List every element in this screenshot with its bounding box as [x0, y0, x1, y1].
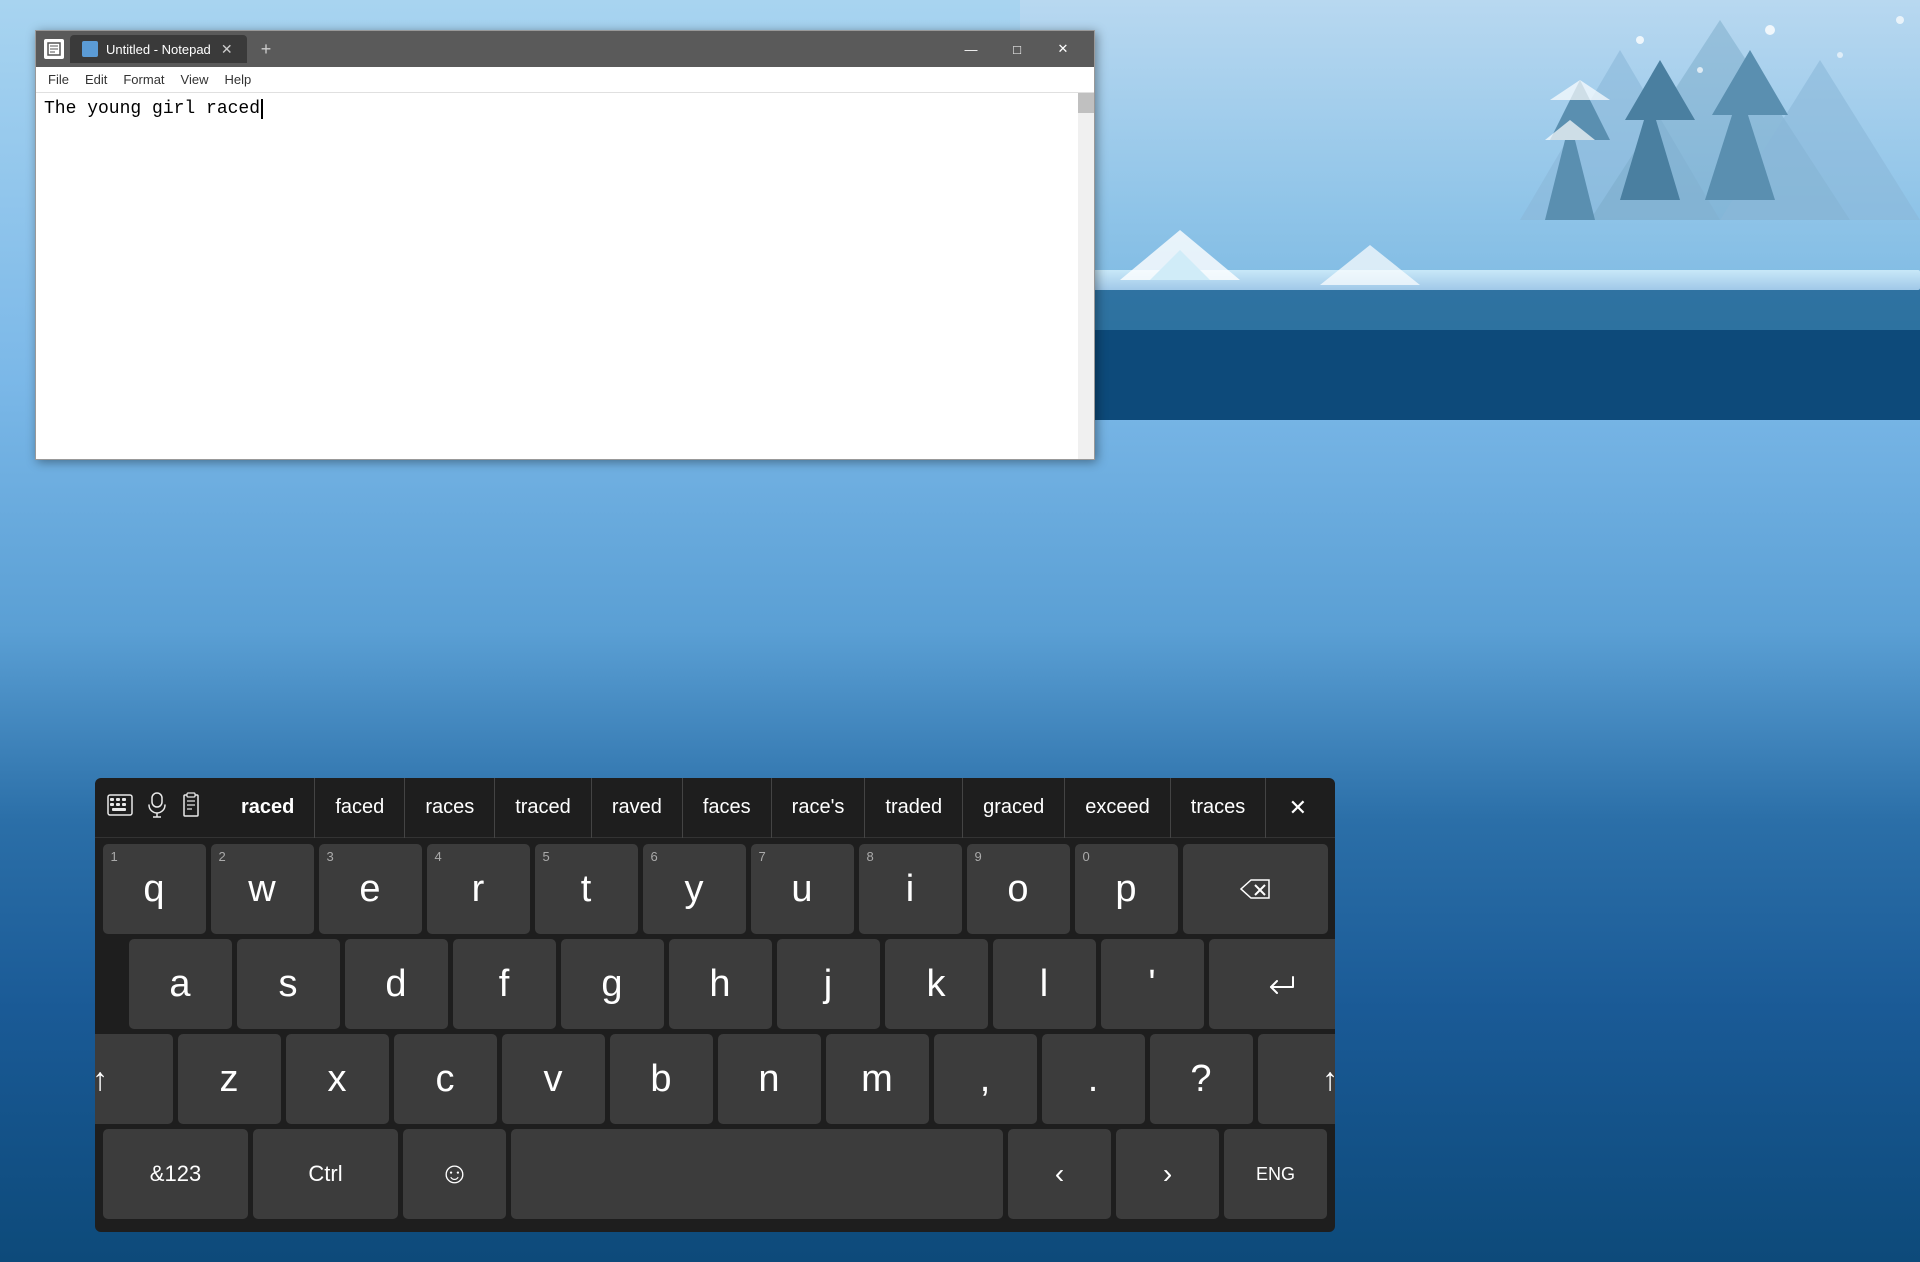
key-c[interactable]: c: [394, 1034, 497, 1124]
suggestion-raved[interactable]: raved: [592, 778, 683, 838]
key-b[interactable]: b: [610, 1034, 713, 1124]
tab-title: Untitled - Notepad: [106, 42, 211, 57]
key-q[interactable]: 1q: [103, 844, 206, 934]
key-d[interactable]: d: [345, 939, 448, 1029]
microphone-icon[interactable]: [147, 792, 167, 823]
menu-format[interactable]: Format: [115, 67, 172, 92]
close-button[interactable]: ✕: [1040, 34, 1086, 64]
key-left-arrow[interactable]: ‹: [1008, 1129, 1111, 1219]
key-comma[interactable]: ,: [934, 1034, 1037, 1124]
suggestion-graced[interactable]: graced: [963, 778, 1065, 838]
touch-keyboard: raced faced races traced raved faces rac…: [95, 778, 1335, 1232]
editor-area[interactable]: The young girl raced: [36, 93, 1094, 459]
autocomplete-toolbar: raced faced races traced raved faces rac…: [95, 778, 1335, 838]
key-p[interactable]: 0p: [1075, 844, 1178, 934]
active-tab[interactable]: Untitled - Notepad ✕: [70, 35, 247, 63]
key-question[interactable]: ?: [1150, 1034, 1253, 1124]
key-w[interactable]: 2w: [211, 844, 314, 934]
key-s[interactable]: s: [237, 939, 340, 1029]
key-z[interactable]: z: [178, 1034, 281, 1124]
key-h[interactable]: h: [669, 939, 772, 1029]
new-tab-button[interactable]: +: [253, 39, 280, 60]
tab-close-button[interactable]: ✕: [219, 41, 235, 57]
menubar: File Edit Format View Help: [36, 67, 1094, 93]
key-l[interactable]: l: [993, 939, 1096, 1029]
editor-content: The young girl raced: [44, 99, 1086, 119]
suggestion-raced[interactable]: raced: [221, 778, 315, 838]
key-space[interactable]: [511, 1129, 1003, 1219]
key-o[interactable]: 9o: [967, 844, 1070, 934]
keyboard-toolbar-icons: [107, 792, 221, 823]
key-u[interactable]: 7u: [751, 844, 854, 934]
key-f[interactable]: f: [453, 939, 556, 1029]
clipboard-icon[interactable]: [181, 792, 201, 823]
suggestion-traces[interactable]: traces: [1171, 778, 1266, 838]
suggestion-faces[interactable]: faces: [683, 778, 772, 838]
key-x[interactable]: x: [286, 1034, 389, 1124]
menu-file[interactable]: File: [40, 67, 77, 92]
key-shift-right[interactable]: ↑: [1258, 1034, 1336, 1124]
scrollbar-thumb[interactable]: [1078, 93, 1094, 113]
menu-help[interactable]: Help: [216, 67, 259, 92]
editor-text: The young girl raced: [44, 99, 260, 119]
suggestion-traced[interactable]: traced: [495, 778, 592, 838]
menu-edit[interactable]: Edit: [77, 67, 115, 92]
key-enter[interactable]: [1209, 939, 1336, 1029]
titlebar: Untitled - Notepad ✕ + — □ ✕: [36, 31, 1094, 67]
background-illustration: [1020, 0, 1920, 420]
key-a[interactable]: a: [129, 939, 232, 1029]
key-r[interactable]: 4r: [427, 844, 530, 934]
key-shift-left[interactable]: ↑: [95, 1034, 173, 1124]
key-n[interactable]: n: [718, 1034, 821, 1124]
key-backspace[interactable]: [1183, 844, 1328, 934]
key-row-qp: 1q 2w 3e 4r 5t 6y 7u 8i 9o 0p: [103, 844, 1327, 934]
key-symbols[interactable]: &123: [103, 1129, 248, 1219]
key-period[interactable]: .: [1042, 1034, 1145, 1124]
key-ctrl[interactable]: Ctrl: [253, 1129, 398, 1219]
suggestion-faced[interactable]: faced: [315, 778, 405, 838]
window-controls: — □ ✕: [948, 34, 1086, 64]
suggestion-exceed[interactable]: exceed: [1065, 778, 1171, 838]
key-j[interactable]: j: [777, 939, 880, 1029]
key-m[interactable]: m: [826, 1034, 929, 1124]
app-icon: [44, 39, 64, 59]
key-y[interactable]: 6y: [643, 844, 746, 934]
key-row-zm: ↑ z x c v b n m , . ? ↑: [103, 1034, 1327, 1124]
key-k[interactable]: k: [885, 939, 988, 1029]
key-g[interactable]: g: [561, 939, 664, 1029]
key-right-arrow[interactable]: ›: [1116, 1129, 1219, 1219]
key-v[interactable]: v: [502, 1034, 605, 1124]
minimize-button[interactable]: —: [948, 34, 994, 64]
key-e[interactable]: 3e: [319, 844, 422, 934]
key-emoji[interactable]: ☺: [403, 1129, 506, 1219]
key-t[interactable]: 5t: [535, 844, 638, 934]
suggestions-list: raced faced races traced raved faces rac…: [221, 778, 1273, 838]
key-row-al: a s d f g h j k l ': [103, 939, 1327, 1029]
key-row-bottom: &123 Ctrl ☺ ‹ › ENG: [103, 1129, 1327, 1219]
keyboard-layout-icon[interactable]: [107, 794, 133, 821]
key-apostrophe[interactable]: ': [1101, 939, 1204, 1029]
suggestion-races[interactable]: races: [405, 778, 495, 838]
keyboard-close-button[interactable]: ✕: [1273, 795, 1323, 821]
tab-file-icon: [82, 41, 98, 57]
notepad-window: Untitled - Notepad ✕ + — □ ✕ File Edit F…: [35, 30, 1095, 460]
suggestion-races-apos[interactable]: race's: [772, 778, 866, 838]
vertical-scrollbar[interactable]: [1078, 93, 1094, 459]
maximize-button[interactable]: □: [994, 34, 1040, 64]
suggestion-traded[interactable]: traded: [865, 778, 963, 838]
key-rows: 1q 2w 3e 4r 5t 6y 7u 8i 9o 0p a s d f g …: [95, 838, 1335, 1232]
menu-view[interactable]: View: [173, 67, 217, 92]
text-cursor: [261, 99, 263, 119]
key-language[interactable]: ENG: [1224, 1129, 1327, 1219]
key-i[interactable]: 8i: [859, 844, 962, 934]
